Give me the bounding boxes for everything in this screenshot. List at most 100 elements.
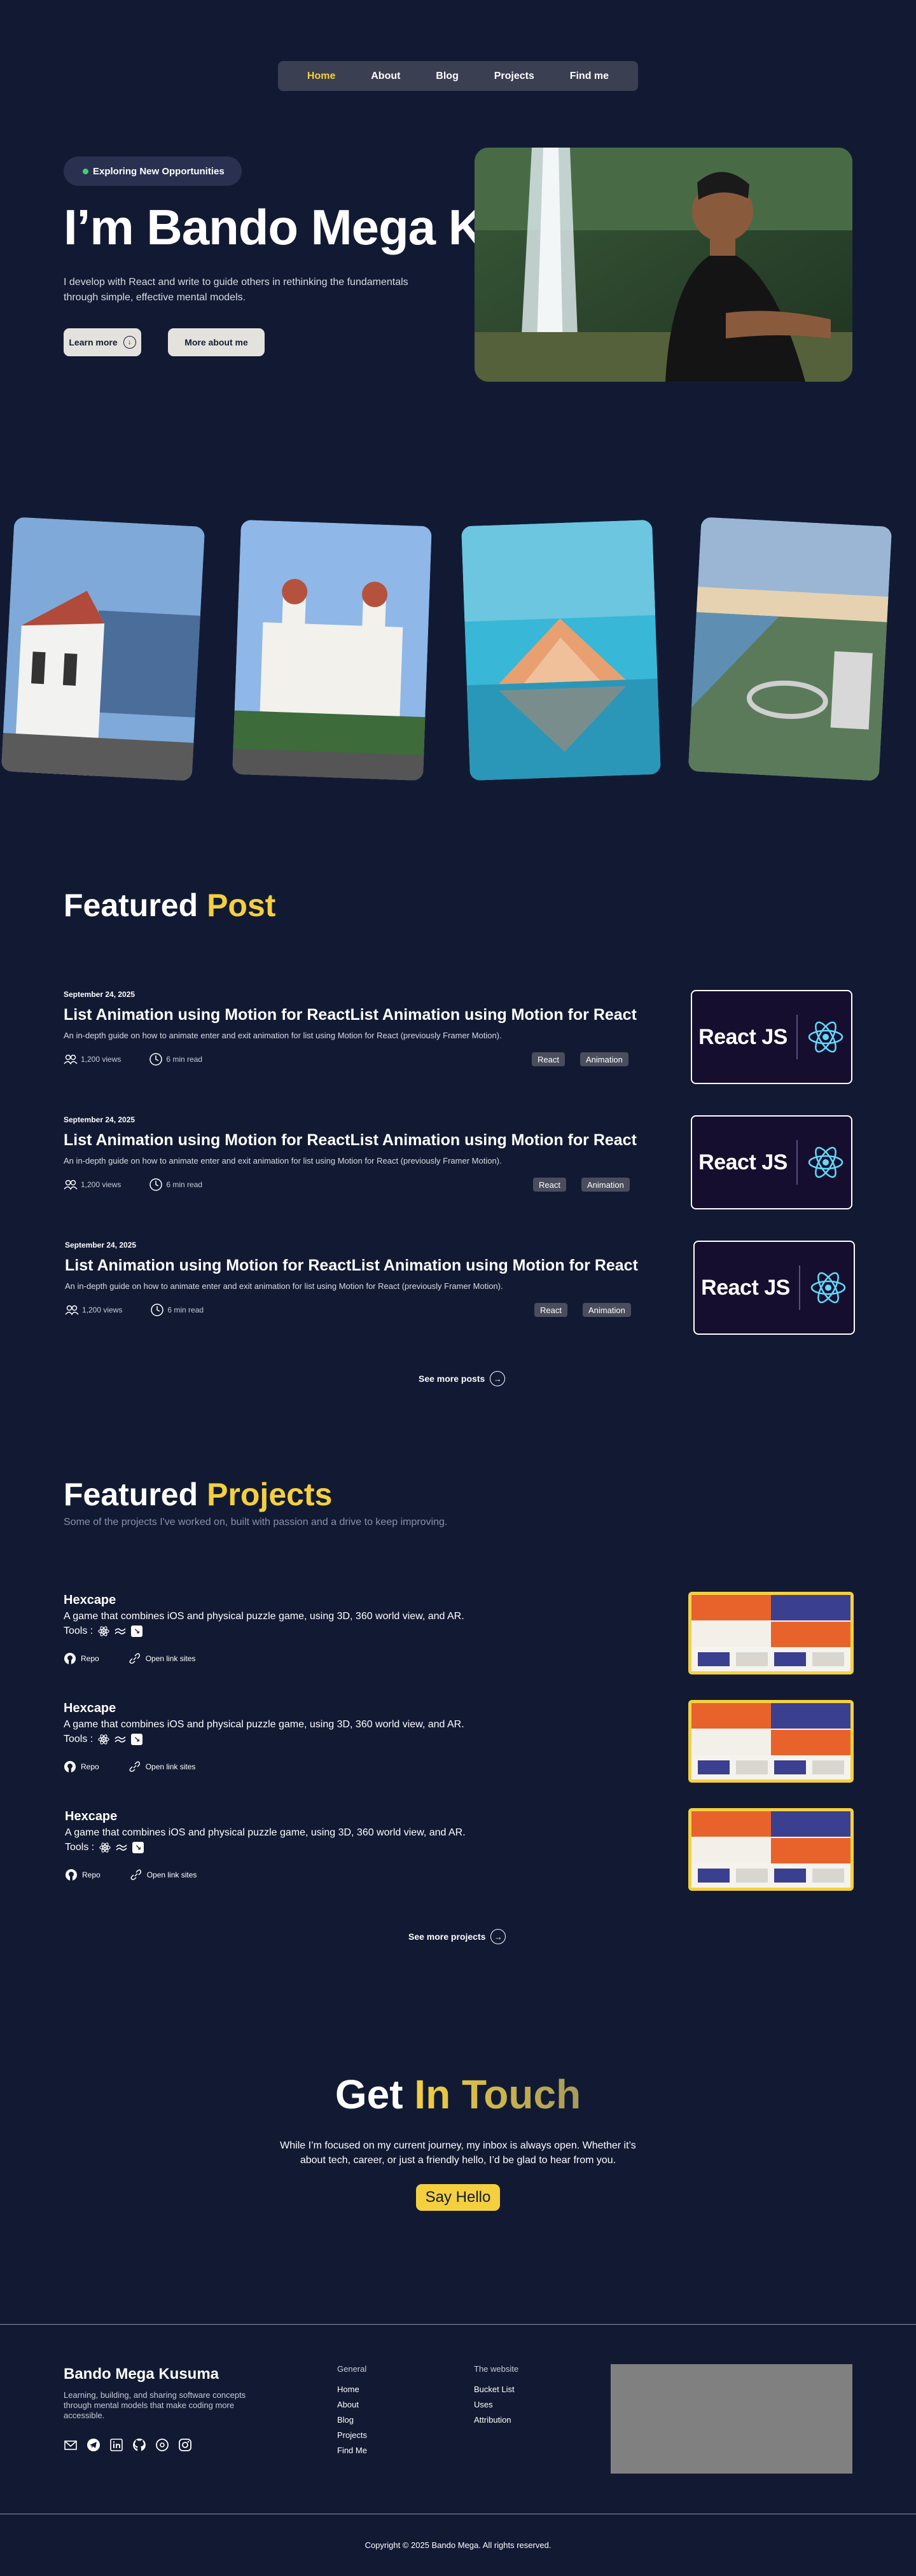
project-thumbnail[interactable]: [688, 1592, 854, 1674]
nav-find-me[interactable]: Find me: [570, 71, 609, 82]
nav-projects[interactable]: Projects: [494, 71, 534, 82]
repo-label: Repo: [81, 1654, 99, 1663]
top-nav: Home About Blog Projects Find me: [278, 61, 638, 91]
thumb-text: React JS: [701, 1275, 790, 1300]
linkedin-icon[interactable]: [109, 2438, 123, 2452]
more-about-me-label: More about me: [184, 337, 248, 347]
contact-text: While I’m focused on my current journey,…: [280, 2140, 636, 2166]
open-link-sites[interactable]: Open link sites: [128, 1760, 195, 1773]
featured-projects-heading-white: Featured: [64, 1477, 198, 1512]
readers-icon: [65, 1305, 79, 1315]
status-badge: Exploring New Opportunities: [64, 157, 242, 186]
repo-label: Repo: [82, 1870, 101, 1879]
tag-animation[interactable]: Animation: [581, 1178, 630, 1192]
arrow-down-icon: ↓: [123, 336, 136, 349]
post-thumbnail[interactable]: React JS: [691, 990, 852, 1084]
tag-react[interactable]: React: [534, 1303, 567, 1317]
tag-react[interactable]: React: [532, 1052, 565, 1066]
footer-website-column: The website Bucket List Uses Attribution: [474, 2364, 518, 2430]
see-more-projects-label: See more projects: [408, 1932, 486, 1942]
read-time: 6 min read: [167, 1305, 204, 1314]
react-tool-icon: [98, 1626, 109, 1637]
project-description: A game that combines iOS and physical pu…: [64, 1719, 464, 1730]
read-time-meta: 6 min read: [149, 1178, 202, 1192]
post-thumbnail[interactable]: React JS: [691, 1115, 852, 1209]
post-thumbnail[interactable]: React JS: [693, 1241, 855, 1335]
footer-link-uses[interactable]: Uses: [474, 2400, 518, 2409]
post-title[interactable]: List Animation using Motion for ReactLis…: [64, 1131, 637, 1150]
thumb-text: React JS: [698, 1150, 788, 1174]
project-thumbnail[interactable]: [688, 1700, 854, 1783]
footer-placeholder-box: [611, 2364, 852, 2474]
read-time-meta: 6 min read: [150, 1303, 204, 1317]
project-tools: Tools : ↘: [65, 1842, 548, 1853]
post-item[interactable]: September 24, 2025 List Animation using …: [64, 1115, 637, 1192]
footer-link-home[interactable]: Home: [337, 2385, 367, 2394]
footer-link-blog[interactable]: Blog: [337, 2415, 367, 2425]
gallery-image-lawang-sewu: [232, 519, 432, 781]
tag-animation[interactable]: Animation: [583, 1303, 631, 1317]
tag-animation[interactable]: Animation: [580, 1052, 628, 1066]
post-description: An in-depth guide on how to animate ente…: [64, 1156, 502, 1166]
open-link-label: Open link sites: [146, 1870, 197, 1879]
more-about-me-button[interactable]: More about me: [168, 328, 265, 356]
link-icon: [129, 1653, 140, 1664]
repo-link[interactable]: Repo: [64, 1760, 99, 1773]
tools-label: Tools :: [64, 1626, 94, 1636]
views-count: 1,200 views: [81, 1180, 121, 1189]
tag-react[interactable]: React: [533, 1178, 566, 1192]
views-meta: 1,200 views: [65, 1305, 122, 1315]
footer-link-about[interactable]: About: [337, 2400, 367, 2409]
read-time: 6 min read: [166, 1180, 203, 1189]
views-count: 1,200 views: [82, 1305, 123, 1314]
repo-label: Repo: [81, 1762, 99, 1771]
telegram-icon[interactable]: [87, 2438, 101, 2452]
see-more-projects-link[interactable]: See more projects →: [408, 1929, 506, 1944]
hero-title: I’m Bando Mega K: [64, 199, 484, 255]
open-link-sites[interactable]: Open link sites: [130, 1869, 197, 1881]
say-hello-button[interactable]: Say Hello: [416, 2184, 500, 2211]
footer-link-find-me[interactable]: Find Me: [337, 2446, 367, 2455]
views-meta: 1,200 views: [64, 1180, 121, 1190]
tailwind-tool-icon: [116, 1842, 127, 1853]
post-item[interactable]: September 24, 2025 List Animation using …: [65, 1241, 638, 1318]
nav-blog[interactable]: Blog: [436, 71, 459, 82]
link-icon: [130, 1869, 141, 1881]
instagram-icon[interactable]: [178, 2438, 192, 2452]
footer-link-bucket-list[interactable]: Bucket List: [474, 2385, 518, 2394]
threads-icon[interactable]: [155, 2438, 169, 2452]
post-item[interactable]: September 24, 2025 List Animation using …: [64, 990, 637, 1067]
nav-about[interactable]: About: [371, 71, 400, 82]
featured-post-heading: Featured Post: [64, 887, 275, 924]
post-date: September 24, 2025: [64, 990, 135, 999]
hero-description: I develop with React and write to guide …: [64, 277, 408, 303]
email-icon[interactable]: [64, 2438, 78, 2452]
project-thumbnail[interactable]: [688, 1808, 854, 1891]
learn-more-button[interactable]: Learn more ↓: [64, 328, 141, 356]
github-icon: [64, 1761, 76, 1772]
footer-link-projects[interactable]: Projects: [337, 2430, 367, 2440]
open-link-sites[interactable]: Open link sites: [128, 1652, 195, 1665]
repo-link[interactable]: Repo: [65, 1869, 101, 1881]
footer-description: Learning, building, and sharing software…: [64, 2390, 246, 2420]
thumb-divider: [798, 1265, 800, 1310]
thumb-text: React JS: [698, 1024, 788, 1049]
nav-home[interactable]: Home: [307, 71, 335, 82]
react-tool-icon: [99, 1842, 111, 1853]
tools-label: Tools :: [64, 1734, 94, 1744]
project-title[interactable]: Hexcape: [64, 1593, 547, 1608]
framer-tool-icon: ↘: [131, 1734, 143, 1745]
project-tools: Tools : ↘: [64, 1734, 547, 1745]
post-title[interactable]: List Animation using Motion for ReactLis…: [64, 1006, 637, 1024]
see-more-posts-link[interactable]: See more posts →: [419, 1371, 506, 1386]
tools-label: Tools :: [65, 1842, 95, 1853]
footer-divider: [0, 2324, 916, 2325]
repo-link[interactable]: Repo: [64, 1652, 99, 1665]
github-icon[interactable]: [132, 2438, 146, 2452]
post-title[interactable]: List Animation using Motion for ReactLis…: [65, 1257, 638, 1275]
footer-link-attribution[interactable]: Attribution: [474, 2415, 518, 2425]
project-title[interactable]: Hexcape: [65, 1809, 548, 1824]
react-tool-icon: [98, 1734, 109, 1745]
project-title[interactable]: Hexcape: [64, 1701, 547, 1716]
views-count: 1,200 views: [81, 1055, 121, 1064]
